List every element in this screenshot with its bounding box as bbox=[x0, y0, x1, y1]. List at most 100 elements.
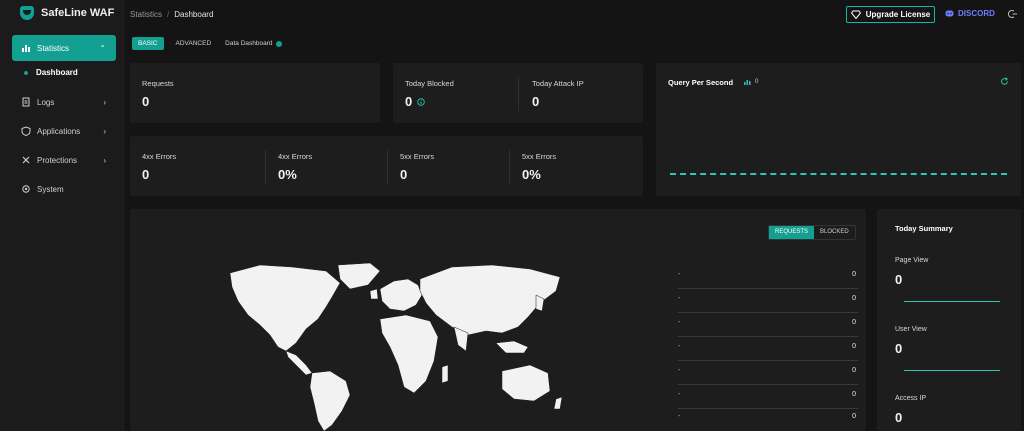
sidebar-item-label: Applications bbox=[37, 126, 81, 136]
chevron-up-icon: ⌃ bbox=[99, 43, 106, 53]
errors-card: 4xx Errors 0 4xx Errors 0% 5xx Errors 0 … bbox=[130, 136, 643, 196]
app-name: SafeLine WAF bbox=[41, 7, 115, 19]
list-item: - 0 bbox=[678, 389, 858, 409]
row-key: - bbox=[678, 343, 681, 350]
sidebar-item-label: Logs bbox=[37, 97, 55, 107]
breadcrumb-current: Dashboard bbox=[174, 10, 214, 19]
page-view-label: Page View bbox=[895, 257, 929, 264]
card-divider bbox=[518, 77, 519, 111]
list-item: - 0 bbox=[678, 341, 858, 361]
user-view-label: User View bbox=[895, 326, 927, 333]
upgrade-license-label: Upgrade License bbox=[865, 10, 931, 19]
row-value: 0 bbox=[852, 271, 856, 278]
error-metric-value: 0 bbox=[142, 167, 150, 182]
chevron-right-icon: › bbox=[103, 155, 106, 165]
world-map bbox=[230, 262, 563, 431]
error-metric-label: 4xx Errors bbox=[278, 152, 313, 161]
view-tabs: BASIC ADVANCED Data Dashboard bbox=[132, 37, 282, 50]
card-divider bbox=[509, 150, 510, 184]
access-ip-label: Access IP bbox=[895, 395, 927, 402]
sidebar-item-statistics[interactable]: Statistics ⌃ bbox=[12, 35, 116, 61]
sign-out-icon[interactable] bbox=[1008, 9, 1018, 19]
row-value: 0 bbox=[852, 319, 856, 326]
qps-value: 0 bbox=[755, 79, 759, 85]
today-summary-card: Today Summary Page View 0 User View 0 Ac… bbox=[877, 209, 1021, 431]
qps-stat: 0 bbox=[744, 79, 758, 85]
sidebar: SafeLine WAF Statistics ⌃ Dashboard Logs… bbox=[0, 0, 124, 431]
requests-card: Requests 0 bbox=[130, 63, 380, 123]
sidebar-item-label: System bbox=[37, 184, 64, 194]
sidebar-item-system[interactable]: System bbox=[12, 176, 116, 202]
row-value: 0 bbox=[852, 343, 856, 350]
sidebar-item-protections[interactable]: Protections › bbox=[12, 147, 116, 173]
row-value: 0 bbox=[852, 295, 856, 302]
sidebar-item-logs[interactable]: Logs › bbox=[12, 89, 116, 115]
active-dot-icon bbox=[24, 70, 28, 75]
tab-basic[interactable]: BASIC bbox=[132, 37, 164, 50]
blocked-card: Today Blocked 0 Today Attack IP 0 bbox=[393, 63, 643, 123]
requests-label: Requests bbox=[142, 79, 174, 88]
qps-title: Query Per Second bbox=[668, 78, 734, 87]
topbar: Statistics / Dashboard Upgrade License DIS… bbox=[130, 0, 1024, 30]
list-item: - 0 bbox=[678, 269, 858, 289]
chevron-right-icon: › bbox=[103, 126, 106, 136]
tab-advanced[interactable]: ADVANCED bbox=[170, 37, 218, 50]
info-badge-icon bbox=[275, 40, 282, 47]
gear-icon bbox=[21, 184, 31, 194]
row-key: - bbox=[678, 367, 681, 374]
page-view-sparkline bbox=[904, 301, 1000, 302]
today-blocked-value: 0 bbox=[405, 94, 413, 109]
row-value: 0 bbox=[852, 413, 856, 420]
toggle-requests[interactable]: REQUESTS bbox=[769, 226, 815, 239]
sidebar-item-label: Protections bbox=[37, 155, 78, 165]
sidebar-item-applications[interactable]: Applications › bbox=[12, 118, 116, 144]
breadcrumb-parent[interactable]: Statistics bbox=[130, 10, 162, 19]
error-metric-label: 5xx Errors bbox=[400, 152, 435, 161]
chevron-right-icon: › bbox=[103, 97, 106, 107]
list-item: - 0 bbox=[678, 411, 858, 431]
tools-icon bbox=[21, 155, 31, 165]
map-card: REQUESTS BLOCKED - 0 - 0 - 0 - 0 - 0 - 0… bbox=[130, 209, 866, 431]
requests-blocked-toggle: REQUESTS BLOCKED bbox=[768, 225, 856, 240]
list-item: - 0 bbox=[678, 293, 858, 313]
discord-link[interactable]: DISCORD bbox=[945, 9, 995, 18]
refresh-icon[interactable] bbox=[1000, 77, 1009, 86]
error-metric-value: 0 bbox=[400, 167, 408, 182]
access-ip-value: 0 bbox=[895, 410, 903, 425]
diamond-icon bbox=[850, 10, 861, 19]
user-view-value: 0 bbox=[895, 341, 903, 356]
card-divider bbox=[265, 150, 266, 184]
user-view-sparkline bbox=[904, 370, 1000, 371]
qps-card: Query Per Second 0 bbox=[656, 63, 1021, 196]
row-key: - bbox=[678, 319, 681, 326]
info-icon[interactable] bbox=[417, 98, 425, 106]
toggle-blocked[interactable]: BLOCKED bbox=[814, 226, 855, 239]
today-blocked-label: Today Blocked bbox=[405, 79, 454, 88]
error-metric-value: 0% bbox=[522, 167, 541, 182]
row-key: - bbox=[678, 295, 681, 302]
breadcrumb-separator: / bbox=[167, 10, 170, 19]
today-attack-ip-label: Today Attack IP bbox=[532, 79, 584, 88]
sidebar-item-label: Statistics bbox=[37, 43, 70, 53]
today-attack-ip-value: 0 bbox=[532, 94, 540, 109]
row-value: 0 bbox=[852, 391, 856, 398]
requests-value: 0 bbox=[142, 94, 150, 109]
bar-chart-icon bbox=[21, 43, 31, 53]
mini-bar-chart-icon bbox=[744, 80, 751, 85]
row-value: 0 bbox=[852, 367, 856, 374]
upgrade-license-button[interactable]: Upgrade License bbox=[846, 6, 935, 23]
qps-line-chart bbox=[670, 173, 1007, 175]
shield-icon bbox=[21, 126, 31, 136]
breadcrumb: Statistics / Dashboard bbox=[130, 10, 213, 19]
page-view-value: 0 bbox=[895, 272, 903, 287]
sidebar-subitem-dashboard[interactable]: Dashboard bbox=[24, 68, 78, 77]
row-key: - bbox=[678, 391, 681, 398]
list-item: - 0 bbox=[678, 365, 858, 385]
discord-icon bbox=[945, 10, 954, 17]
error-metric-label: 5xx Errors bbox=[522, 152, 557, 161]
tab-data-dashboard[interactable]: Data Dashboard bbox=[225, 40, 282, 47]
discord-label: DISCORD bbox=[958, 9, 995, 18]
logo: SafeLine WAF bbox=[20, 6, 114, 20]
document-icon bbox=[21, 97, 31, 107]
row-key: - bbox=[678, 413, 681, 420]
